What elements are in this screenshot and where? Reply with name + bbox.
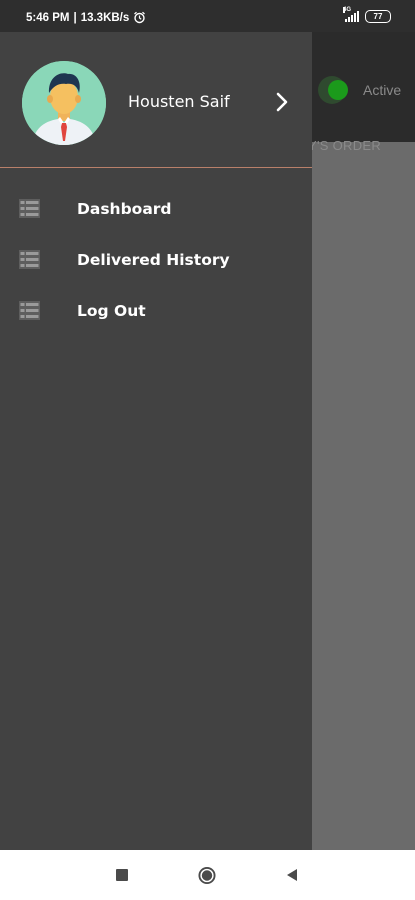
- circle-icon: [198, 866, 216, 884]
- network-speed: 13.3KB/s: [80, 11, 130, 24]
- menu-item-label: Delivered History: [77, 251, 230, 269]
- active-status-label: Active: [363, 82, 402, 98]
- app-screen: Active Y'S ORDER 5:46 PM | 13.3KB/s 4G 7…: [0, 0, 415, 900]
- profile-name: Housten Saif: [128, 92, 230, 111]
- square-icon: [116, 869, 128, 881]
- list-icon: [19, 301, 40, 320]
- status-bar: 5:46 PM | 13.3KB/s 4G 77: [0, 0, 415, 32]
- menu-item-dashboard[interactable]: Dashboard: [0, 184, 312, 235]
- alarm-icon: [134, 11, 146, 24]
- triangle-back-icon: [287, 869, 297, 881]
- user-avatar-icon[interactable]: [22, 61, 106, 145]
- navigation-drawer: Housten Saif Dashboard Delivered History…: [0, 32, 312, 850]
- menu-item-label: Log Out: [77, 302, 146, 320]
- menu-item-label: Dashboard: [77, 200, 172, 218]
- drawer-profile-header[interactable]: Housten Saif: [0, 32, 312, 168]
- status-separator: |: [73, 11, 77, 24]
- battery-icon: 77: [365, 10, 391, 23]
- orders-tab-label[interactable]: Y'S ORDER: [308, 138, 381, 153]
- status-right: 4G 77: [343, 7, 391, 23]
- menu-item-log-out[interactable]: Log Out: [0, 286, 312, 337]
- status-time: 5:46 PM: [26, 11, 70, 24]
- battery-level: 77: [373, 12, 383, 21]
- chevron-right-icon[interactable]: [272, 91, 292, 113]
- back-button[interactable]: [283, 866, 301, 884]
- active-toggle[interactable]: [328, 80, 348, 100]
- signal-type: 4G: [343, 7, 352, 13]
- recent-apps-button[interactable]: [113, 866, 131, 884]
- home-button[interactable]: [198, 866, 216, 884]
- drawer-menu: Dashboard Delivered History Log Out: [0, 168, 312, 337]
- list-icon: [19, 199, 40, 218]
- signal-icon: 4G: [343, 7, 359, 22]
- system-navigation-bar: [0, 850, 415, 900]
- menu-item-delivered-history[interactable]: Delivered History: [0, 235, 312, 286]
- status-left: 5:46 PM | 13.3KB/s: [26, 11, 146, 24]
- list-icon: [19, 250, 40, 269]
